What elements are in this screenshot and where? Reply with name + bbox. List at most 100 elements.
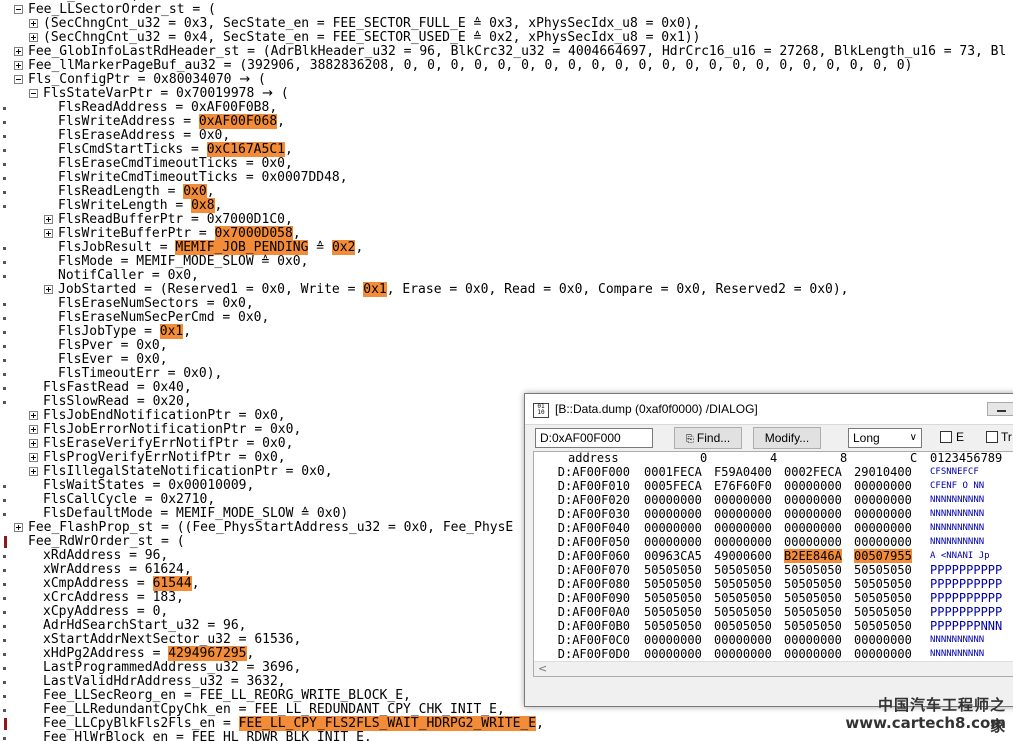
dump-value[interactable]: 00000000 xyxy=(714,507,772,521)
leaf-dot-icon xyxy=(3,163,6,166)
dump-value[interactable]: 00000000 xyxy=(714,647,772,661)
address-input[interactable]: D:0xAF00F000 xyxy=(535,428,653,448)
dump-row[interactable]: D:AF00F040 00000000 00000000 00000000 000000… xyxy=(534,521,1013,535)
expand-plus-icon[interactable] xyxy=(29,411,38,420)
checkbox-tr[interactable] xyxy=(986,431,998,443)
dump-value[interactable]: 00963CA5 xyxy=(644,549,702,563)
expand-plus-icon[interactable] xyxy=(29,439,38,448)
dump-value[interactable]: 50505050 xyxy=(714,577,772,591)
dump-value[interactable]: 0005FECA xyxy=(644,479,702,493)
dump-value[interactable]: 50505050 xyxy=(644,619,702,633)
dump-value[interactable]: 00000000 xyxy=(784,521,842,535)
dump-row[interactable]: D:AF00F0B0 50505050 00505050 50505050 505050… xyxy=(534,619,1013,633)
dump-value[interactable]: 00000000 xyxy=(854,479,912,493)
dump-value[interactable]: 00000000 xyxy=(854,647,912,661)
dump-row[interactable]: D:AF00F010 0005FECA E76F60F0 00000000 000000… xyxy=(534,479,1013,493)
dump-value[interactable]: 00000000 xyxy=(784,647,842,661)
dump-row[interactable]: D:AF00F020 00000000 00000000 00000000 000000… xyxy=(534,493,1013,507)
collapse-minus-icon[interactable] xyxy=(14,75,23,84)
dump-value[interactable]: F59A0400 xyxy=(714,465,772,479)
dump-value[interactable]: 50505050 xyxy=(784,619,842,633)
dump-value[interactable]: 29010400 xyxy=(854,465,912,479)
dump-value[interactable]: 50505050 xyxy=(784,563,842,577)
scroll-left-icon[interactable]: < xyxy=(538,662,547,675)
collapse-minus-icon[interactable] xyxy=(29,89,38,98)
dump-value[interactable]: 00000000 xyxy=(644,647,702,661)
find-button[interactable]: ⎘ Find... xyxy=(674,427,742,449)
dump-value[interactable]: 50505050 xyxy=(714,605,772,619)
format-select[interactable]: Long ∨ xyxy=(848,428,922,448)
dump-row[interactable]: D:AF00F090 50505050 50505050 50505050 505050… xyxy=(534,591,1013,605)
dump-row[interactable]: D:AF00F060 00963CA5 49000600 B2EE846A 005079… xyxy=(534,549,1013,563)
expand-plus-icon[interactable] xyxy=(29,19,38,28)
dump-value[interactable]: 0001FECA xyxy=(644,465,702,479)
dump-value[interactable]: 00000000 xyxy=(784,479,842,493)
dump-value[interactable]: 00000000 xyxy=(854,521,912,535)
dump-row[interactable]: D:AF00F050 00000000 00000000 00000000 000000… xyxy=(534,535,1013,549)
expand-plus-icon[interactable] xyxy=(29,33,38,42)
dump-value[interactable]: 00000000 xyxy=(784,493,842,507)
checkbox-e[interactable] xyxy=(940,431,952,443)
dump-value[interactable]: 50505050 xyxy=(644,563,702,577)
dump-value[interactable]: 00000000 xyxy=(714,521,772,535)
dump-value[interactable]: B2EE846A xyxy=(784,549,842,563)
dump-value[interactable]: 00507955 xyxy=(854,549,912,563)
data-dump-dialog[interactable]: 01 10 [B::Data.dump (0xaf0f0000) /DIALOG]… xyxy=(524,393,1013,707)
dump-row[interactable]: D:AF00F030 00000000 00000000 00000000 000000… xyxy=(534,507,1013,521)
dump-row[interactable]: D:AF00F000 0001FECA F59A0400 0002FECA 290104… xyxy=(534,465,1013,479)
dump-value[interactable]: 50505050 xyxy=(854,591,912,605)
expand-plus-icon[interactable] xyxy=(44,285,53,294)
expand-plus-icon[interactable] xyxy=(14,47,23,56)
expand-plus-icon[interactable] xyxy=(14,523,23,532)
dump-value[interactable]: 50505050 xyxy=(644,605,702,619)
dump-value[interactable]: 50505050 xyxy=(644,591,702,605)
dump-value[interactable]: 00000000 xyxy=(714,633,772,647)
dump-row[interactable]: D:AF00F080 50505050 50505050 50505050 505050… xyxy=(534,577,1013,591)
dump-row[interactable]: D:AF00F0C0 00000000 00000000 00000000 000000… xyxy=(534,633,1013,647)
expand-plus-icon[interactable] xyxy=(29,453,38,462)
dump-value[interactable]: 50505050 xyxy=(784,591,842,605)
dump-value[interactable]: 00000000 xyxy=(784,535,842,549)
dump-value[interactable]: 00000000 xyxy=(714,493,772,507)
dump-value[interactable]: 00000000 xyxy=(854,493,912,507)
dump-value[interactable]: 00000000 xyxy=(854,633,912,647)
expand-plus-icon[interactable] xyxy=(44,215,53,224)
dump-value[interactable]: 50505050 xyxy=(854,605,912,619)
expand-plus-icon[interactable] xyxy=(29,425,38,434)
dump-value[interactable]: 00000000 xyxy=(784,633,842,647)
dump-row[interactable]: D:AF00F070 50505050 50505050 50505050 505050… xyxy=(534,563,1013,577)
dump-value[interactable]: 00000000 xyxy=(714,535,772,549)
dump-value[interactable]: 49000600 xyxy=(714,549,772,563)
dump-value[interactable]: 50505050 xyxy=(854,619,912,633)
dump-value[interactable]: 00000000 xyxy=(784,507,842,521)
dump-value[interactable]: 50505050 xyxy=(784,577,842,591)
modify-button[interactable]: Modify... xyxy=(753,427,821,449)
dump-value[interactable]: 0002FECA xyxy=(784,465,842,479)
dump-value[interactable]: 00000000 xyxy=(644,633,702,647)
minimize-button[interactable] xyxy=(987,402,1013,416)
dump-value[interactable]: 50505050 xyxy=(854,563,912,577)
dump-value[interactable]: 00505050 xyxy=(714,619,772,633)
dump-value[interactable]: 00000000 xyxy=(644,521,702,535)
dump-value[interactable]: 50505050 xyxy=(784,605,842,619)
dump-value[interactable]: 00000000 xyxy=(854,535,912,549)
dump-value[interactable]: 50505050 xyxy=(644,577,702,591)
dump-row[interactable]: D:AF00F0D0 00000000 00000000 00000000 000000… xyxy=(534,647,1013,661)
dialog-title-bar[interactable]: 01 10 [B::Data.dump (0xaf0f0000) /DIALOG] xyxy=(525,394,1013,425)
dump-value[interactable]: 50505050 xyxy=(854,577,912,591)
dump-value[interactable]: 50505050 xyxy=(714,563,772,577)
dump-value[interactable]: E76F60F0 xyxy=(714,479,772,493)
dump-row[interactable]: D:AF00F0A0 50505050 50505050 50505050 505050… xyxy=(534,605,1013,619)
dump-value[interactable]: 00000000 xyxy=(644,535,702,549)
expand-plus-icon[interactable] xyxy=(14,61,23,70)
expand-plus-icon[interactable] xyxy=(44,229,53,238)
expand-plus-icon[interactable] xyxy=(29,467,38,476)
dump-value[interactable]: 00000000 xyxy=(854,507,912,521)
horizontal-scrollbar[interactable]: < xyxy=(534,661,1013,676)
dump-value[interactable]: 00000000 xyxy=(644,493,702,507)
dump-value[interactable]: 50505050 xyxy=(714,591,772,605)
dump-value[interactable]: 00000000 xyxy=(644,507,702,521)
memory-dump-grid[interactable]: address 0 4 8 C 0123456789 D:AF00F000 000… xyxy=(533,451,1013,677)
tree-row-text: FlsDefaultMode = MEMIF_MODE_SLOW ≙ 0x0) xyxy=(43,507,348,521)
collapse-minus-icon[interactable] xyxy=(14,5,23,14)
